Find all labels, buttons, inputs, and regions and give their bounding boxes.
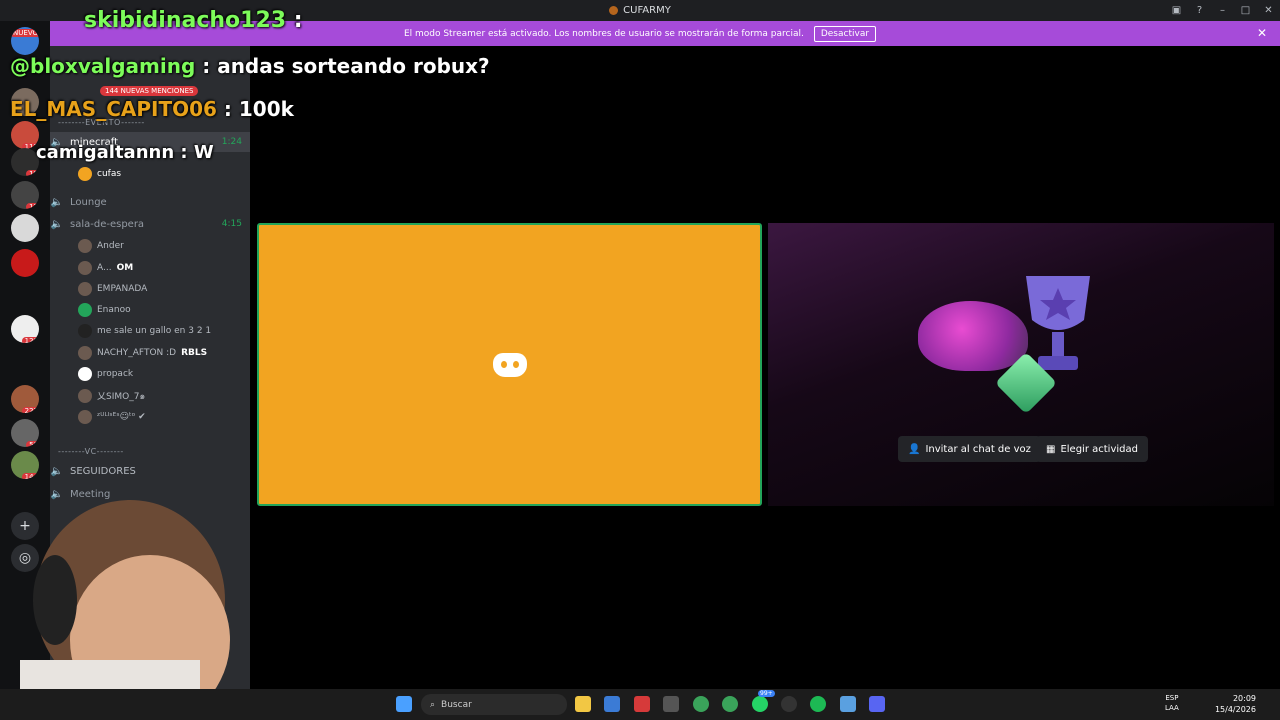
discord-icon[interactable] <box>869 696 885 712</box>
overlay-chat-line: EL_MAS_CAPITO06 : 100k <box>10 97 294 121</box>
voice-user[interactable]: propack <box>78 365 133 383</box>
minimize-button[interactable]: – <box>1211 5 1234 16</box>
speaker-icon: 🔈 <box>50 218 64 230</box>
invite-voice-button[interactable]: 👤 Invitar al chat de voz <box>898 436 1041 462</box>
server-icon[interactable]: 12 <box>11 181 39 209</box>
voice-user[interactable]: EMPANADA <box>78 280 147 298</box>
overlay-chat-line: @bloxvalgaming : andas sorteando robux? <box>10 54 490 78</box>
close-banner-icon[interactable]: ✕ <box>1257 26 1267 40</box>
server-icon[interactable]: 120 <box>11 315 39 343</box>
chrome-icon[interactable] <box>722 696 738 712</box>
voice-user[interactable]: me sale un gallo en 3 2 1 <box>78 322 211 340</box>
server-icon[interactable] <box>11 249 39 277</box>
category-vc[interactable]: --------VC-------- <box>58 447 124 456</box>
choose-activity-button[interactable]: ▦ Elegir actividad <box>1036 436 1148 462</box>
server-icon[interactable]: 117 <box>11 121 39 149</box>
activity-panel: 👤 Invitar al chat de voz ▦ Elegir activida… <box>768 223 1274 506</box>
search-icon: ⌕ <box>430 699 436 710</box>
speaker-icon: 🔈 <box>50 465 64 477</box>
voice-channel-lounge[interactable]: 🔈 Lounge <box>50 192 250 212</box>
app-icon[interactable] <box>634 696 650 712</box>
overlay-chat-line: skibidinacho123 : <box>84 8 303 33</box>
start-icon[interactable] <box>396 696 412 712</box>
streamer-banner-text: El modo Streamer está activado. Los nomb… <box>403 28 804 39</box>
server-icon[interactable]: 227 <box>11 385 39 413</box>
system-clock[interactable]: 20:09 15/4/2026 <box>1215 693 1256 715</box>
server-icon <box>609 6 619 15</box>
app-icon[interactable] <box>781 696 797 712</box>
help-icon[interactable]: ? <box>1188 5 1211 16</box>
whatsapp-icon[interactable]: 99+ <box>752 690 775 712</box>
language-indicator[interactable]: ESP LAA <box>1165 693 1179 713</box>
taskbar-search[interactable]: ⌕ Buscar <box>421 694 567 715</box>
notepad-icon[interactable] <box>840 696 856 712</box>
overlay-chat-line: camigaltannn : W <box>36 142 214 163</box>
server-icon[interactable]: 19 <box>11 148 39 176</box>
speaker-icon: 🔈 <box>50 196 64 208</box>
participant-tile[interactable] <box>257 223 762 506</box>
app-icon[interactable] <box>604 696 620 712</box>
server-icon-new[interactable]: NUEVO <box>11 27 39 55</box>
window-title: CUFARMY <box>623 5 671 16</box>
voice-user[interactable]: Enanoo <box>78 301 131 319</box>
inbox-icon[interactable]: ▣ <box>1165 5 1188 16</box>
voice-channel-sala[interactable]: 🔈 sala-de-espera 4:15 <box>50 214 250 234</box>
add-person-icon: 👤 <box>908 443 921 455</box>
windows-taskbar: ⌕ Buscar 99+ ESP LAA 20:09 15/4/2026 <box>0 689 1280 720</box>
close-button[interactable]: ✕ <box>1257 5 1280 16</box>
server-icon[interactable]: 144 <box>11 451 39 479</box>
voice-user[interactable]: 乂SIMO_7๑ <box>78 387 145 405</box>
server-icon[interactable]: 50 <box>11 419 39 447</box>
voice-channel-seguidores[interactable]: 🔈 SEGUIDORES <box>50 461 250 481</box>
activity-icon: ▦ <box>1046 443 1056 455</box>
discord-logo-icon <box>492 352 527 377</box>
webcam-person <box>20 500 230 720</box>
voice-user-cufas[interactable]: cufas <box>78 165 121 183</box>
deactivate-streamer-button[interactable]: Desactivar <box>813 25 877 42</box>
store-icon[interactable] <box>663 696 679 712</box>
spotify-icon[interactable] <box>810 696 826 712</box>
shell-illustration-icon <box>918 301 1028 371</box>
voice-user[interactable]: A... OM <box>78 259 133 277</box>
server-icon[interactable] <box>11 214 39 242</box>
voice-user[interactable]: Ander <box>78 237 124 255</box>
new-mentions-badge[interactable]: 144 NUEVAS MENCIONES <box>100 86 199 96</box>
voice-user[interactable]: ᶻᵁᴸᴵˢᴱˢ☺ᵗᵒ ✔ <box>78 408 146 426</box>
voice-user[interactable]: NACHY_AFTON :D RBLS <box>78 344 207 362</box>
file-explorer-icon[interactable] <box>575 696 591 712</box>
chrome-icon[interactable] <box>693 696 709 712</box>
maximize-button[interactable]: □ <box>1234 5 1257 16</box>
